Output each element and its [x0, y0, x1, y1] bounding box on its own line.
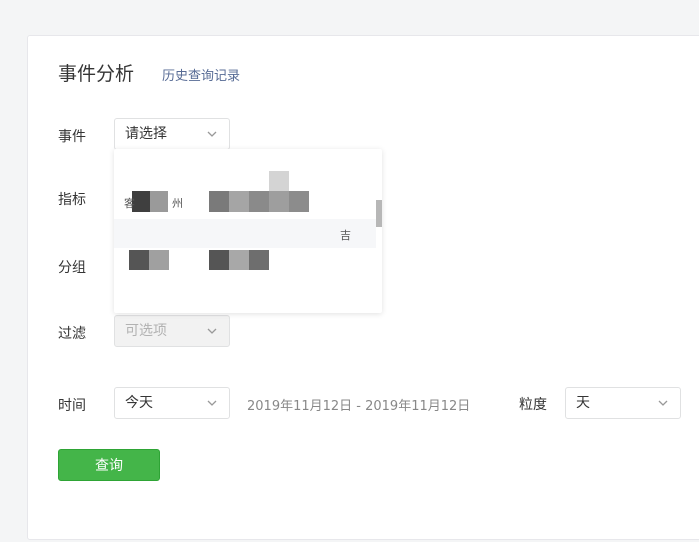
obscured-block	[249, 191, 269, 212]
obscured-block	[269, 191, 289, 212]
obscured-block	[150, 191, 168, 212]
obscured-block	[289, 191, 309, 212]
filter-select-placeholder: 可选项	[125, 323, 167, 339]
granularity-select-value: 天	[576, 395, 590, 411]
event-select[interactable]: 请选择	[114, 118, 230, 150]
event-dropdown-menu: 客 州 吉	[114, 149, 382, 313]
chevron-down-icon	[207, 400, 217, 406]
group-label: 分组	[58, 260, 86, 276]
granularity-label: 粒度	[519, 397, 547, 413]
dropdown-item-text: 吉	[340, 229, 351, 242]
obscured-block	[229, 250, 249, 270]
obscured-block	[209, 191, 229, 212]
obscured-block	[269, 171, 289, 191]
obscured-block	[149, 250, 169, 270]
dropdown-scrollbar[interactable]	[376, 200, 382, 227]
dropdown-highlighted-row[interactable]	[114, 219, 376, 248]
chevron-down-icon	[207, 328, 217, 334]
obscured-block	[249, 250, 269, 270]
obscured-block	[129, 250, 149, 270]
metric-label: 指标	[58, 192, 86, 208]
history-query-link[interactable]: 历史查询记录	[162, 65, 240, 84]
dropdown-item-text: 客	[124, 197, 135, 210]
chevron-down-icon	[658, 400, 668, 406]
chevron-down-icon	[207, 131, 217, 137]
event-select-value: 请选择	[125, 126, 167, 142]
date-range-text: 2019年11月12日 - 2019年11月12日	[247, 399, 471, 414]
event-label: 事件	[58, 129, 86, 145]
filter-select: 可选项	[114, 315, 230, 347]
dropdown-item-text: 州	[172, 197, 183, 210]
page-title: 事件分析	[58, 63, 135, 85]
time-select-value: 今天	[125, 395, 153, 411]
time-select[interactable]: 今天	[114, 387, 230, 419]
obscured-block	[209, 250, 229, 270]
filter-label: 过滤	[58, 326, 86, 342]
query-button[interactable]: 查询	[58, 449, 160, 481]
time-label: 时间	[58, 398, 86, 414]
granularity-select[interactable]: 天	[565, 387, 681, 419]
obscured-block	[229, 191, 249, 212]
